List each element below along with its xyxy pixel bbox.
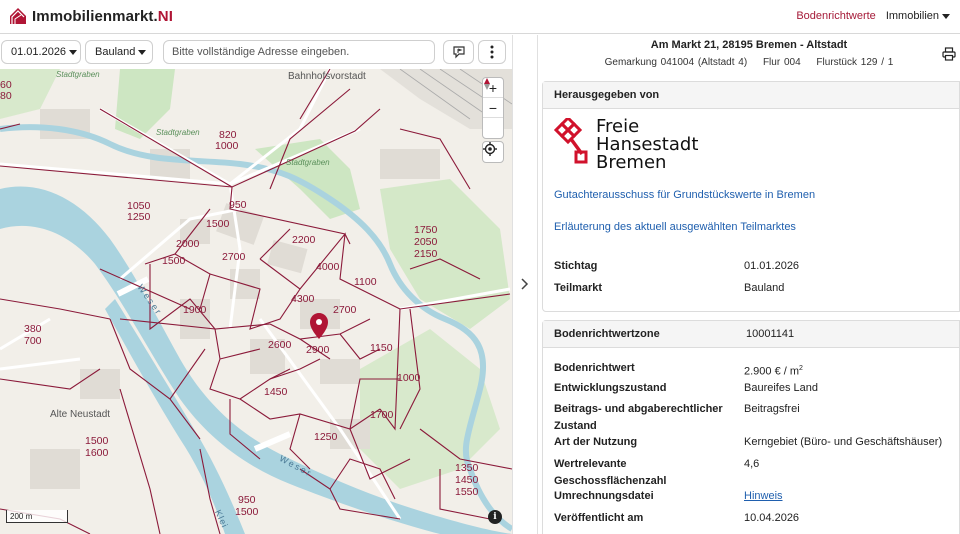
- park-area: [115, 69, 175, 139]
- bremen-logo-text: Freie Hansestadt Bremen: [596, 116, 699, 173]
- park-area: [380, 179, 510, 329]
- market-dropdown[interactable]: Bauland: [85, 40, 153, 64]
- nav-bodenrichtwerte[interactable]: Bodenrichtwerte: [796, 10, 876, 22]
- nav-immobilien-menu[interactable]: Immobilien: [886, 10, 950, 22]
- zone-value: 10001141: [746, 328, 795, 340]
- locate-me-button[interactable]: [482, 141, 504, 163]
- bremen-key-logo-icon: [554, 118, 588, 164]
- top-navbar: Immobilienmarkt.NI Bodenrichtwerte Immob…: [0, 0, 960, 34]
- crosshair-icon: [483, 142, 497, 156]
- zoom-control: + −: [482, 77, 504, 139]
- caret-down-icon: [138, 49, 147, 55]
- row-value: 10.04.2026: [744, 512, 800, 524]
- row-label: Umrechnungsdatei: [554, 490, 654, 502]
- row-value: 4,6: [744, 458, 760, 470]
- zone-card: Bodenrichtwertzone 10001141 Bodenrichtwe…: [542, 320, 960, 534]
- hinweis-link[interactable]: Hinweis: [744, 488, 954, 505]
- issuer-card: Herausgegeben von Freie Hansestadt Breme…: [542, 81, 960, 312]
- flur: Flur 004: [762, 57, 801, 68]
- row-label: Bodenrichtwert: [554, 362, 635, 374]
- brand-name: Immobilienmarkt.NI: [32, 7, 173, 25]
- row-value: Baureifes Land: [744, 382, 818, 394]
- flurstueck: Flurstück 129 / 1: [816, 57, 894, 68]
- bremen-logo: Freie Hansestadt Bremen: [554, 118, 698, 172]
- row-label: Wertrelevante Geschossflächenzahl: [554, 458, 667, 487]
- zoom-out-button[interactable]: −: [483, 98, 503, 118]
- market-explanation-link[interactable]: Erläuterung des aktuell ausgewählten Tei…: [554, 221, 796, 233]
- gemarkung: Gemarkung 041004 (Altstadt 4): [604, 57, 748, 68]
- info-icon[interactable]: i: [488, 510, 502, 524]
- date-dropdown[interactable]: 01.01.2026: [1, 40, 81, 64]
- caret-down-icon: [69, 49, 78, 55]
- committee-link[interactable]: Gutachterausschuss für Grundstückswerte …: [554, 189, 815, 201]
- zone-card-header: Bodenrichtwertzone 10001141: [543, 321, 959, 348]
- map-scale-bar: 200 m: [6, 510, 68, 523]
- row-label: Veröffentlicht am: [554, 512, 644, 524]
- address-search-input[interactable]: [163, 40, 435, 64]
- teilmarkt-value: Bauland: [744, 282, 785, 294]
- house-logo-icon: [10, 8, 26, 24]
- reset-north-button[interactable]: [483, 78, 503, 138]
- stichtag-value: 01.01.2026: [744, 260, 800, 272]
- row-label: Beitrags- und abgaberechtlicher Zustand: [554, 403, 723, 432]
- map-canvas: [0, 69, 512, 534]
- more-vertical-icon: [490, 45, 494, 59]
- comment-flag-icon: [452, 46, 465, 59]
- map-toolbar: 01.01.2026 Bauland: [0, 35, 512, 69]
- row-label: Art der Nutzung: [554, 436, 638, 448]
- row-value: Kerngebiet (Büro- und Geschäftshäuser): [744, 436, 943, 448]
- more-options-button[interactable]: [478, 40, 506, 64]
- chevron-right-icon[interactable]: [519, 277, 529, 291]
- compass-icon: [484, 78, 490, 90]
- issuer-card-header: Herausgegeben von: [543, 82, 959, 109]
- brand-logo[interactable]: Immobilienmarkt.NI: [8, 6, 173, 26]
- location-marker-icon[interactable]: [310, 313, 328, 339]
- zone-label: Bodenrichtwertzone: [554, 328, 660, 340]
- feedback-button[interactable]: [443, 40, 474, 64]
- print-icon[interactable]: [942, 47, 956, 61]
- caret-down-icon: [942, 13, 950, 19]
- stichtag-label: Stichtag: [554, 260, 598, 272]
- map-view[interactable]: Stadtgraben Stadtgraben Stadtgraben Bahn…: [0, 69, 512, 534]
- row-label: Entwicklungszustand: [554, 382, 667, 394]
- parcel-cadastral-info: Gemarkung 041004 (Altstadt 4) Flur 004 F…: [538, 57, 960, 68]
- row-value: Beitragsfrei: [744, 403, 800, 415]
- row-value: 2.900 € / m2: [744, 365, 803, 378]
- parcel-address: Am Markt 21, 28195 Bremen - Altstadt: [650, 39, 848, 51]
- details-panel: Am Markt 21, 28195 Bremen - Altstadt Gem…: [538, 35, 960, 534]
- teilmarkt-label: Teilmarkt: [554, 282, 603, 294]
